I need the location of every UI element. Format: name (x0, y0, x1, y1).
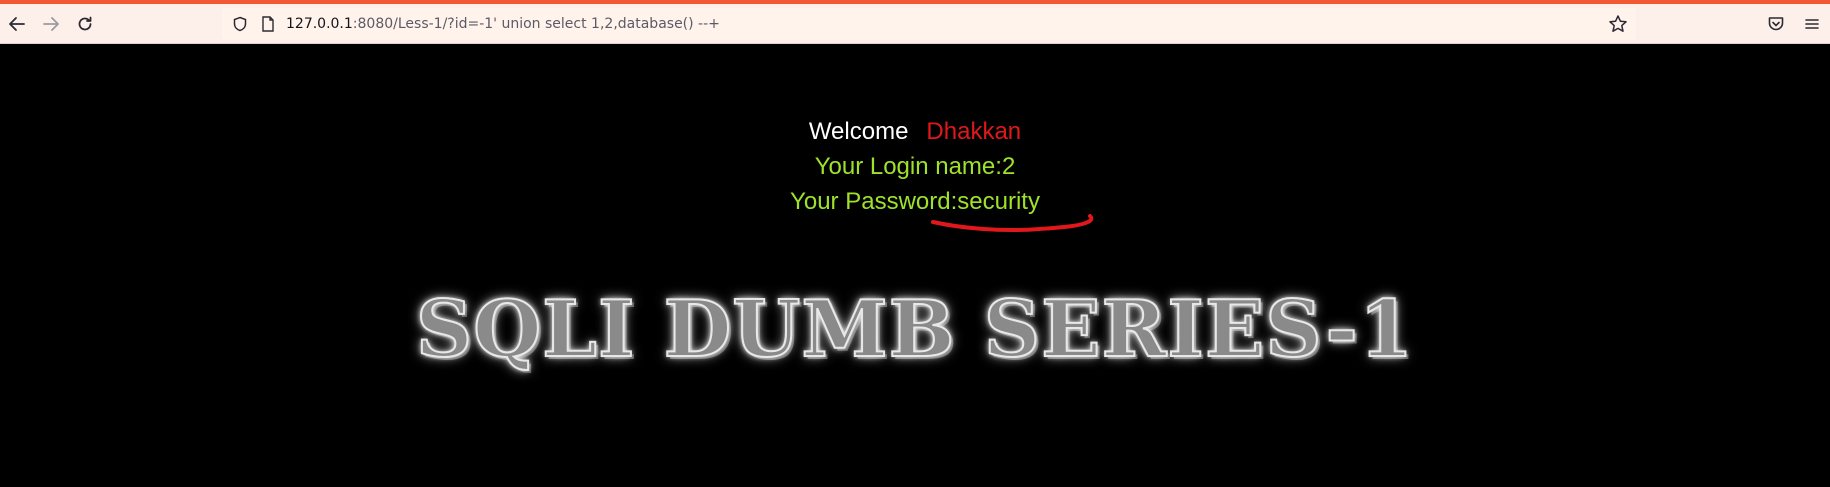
browser-toolbar: 127.0.0.1:8080/Less-1/?id=-1' union sele… (0, 4, 1830, 44)
welcome-name: Dhakkan (926, 118, 1022, 145)
back-button[interactable] (0, 7, 34, 41)
welcome-label: Welcome (808, 118, 909, 145)
url-host: 127.0.0.1 (286, 16, 353, 32)
forward-button[interactable] (34, 7, 68, 41)
url-path: :8080/Less-1/?id=-1' union select 1,2,da… (352, 16, 720, 32)
toolbar-right-icons (1758, 4, 1830, 44)
reload-button[interactable] (68, 7, 102, 41)
menu-button[interactable] (1794, 7, 1830, 41)
tracking-shield-icon[interactable] (230, 14, 250, 34)
sqli-banner-title: SQLI DUMB SERIES-1 (415, 283, 1415, 376)
password-line: Your Password:security (790, 188, 1040, 215)
arrow-right-icon (43, 16, 59, 31)
hamburger-menu-icon (1805, 19, 1819, 29)
arrow-left-icon (9, 16, 25, 31)
reload-icon (78, 16, 92, 30)
address-bar[interactable]: 127.0.0.1:8080/Less-1/?id=-1' union sele… (222, 8, 1636, 40)
red-underline-annotation (931, 214, 1094, 232)
pocket-button[interactable] (1758, 7, 1794, 41)
pocket-icon (1768, 17, 1784, 31)
page-content: Welcome Dhakkan Your Login name:2 Your Pa… (0, 44, 1830, 487)
welcome-line: Welcome Dhakkan (0, 118, 1830, 146)
url-text[interactable]: 127.0.0.1:8080/Less-1/?id=-1' union sele… (286, 16, 720, 32)
bookmark-star-icon[interactable] (1608, 14, 1628, 34)
login-name-line: Your Login name:2 (814, 153, 1016, 180)
page-info-icon[interactable] (258, 14, 278, 34)
